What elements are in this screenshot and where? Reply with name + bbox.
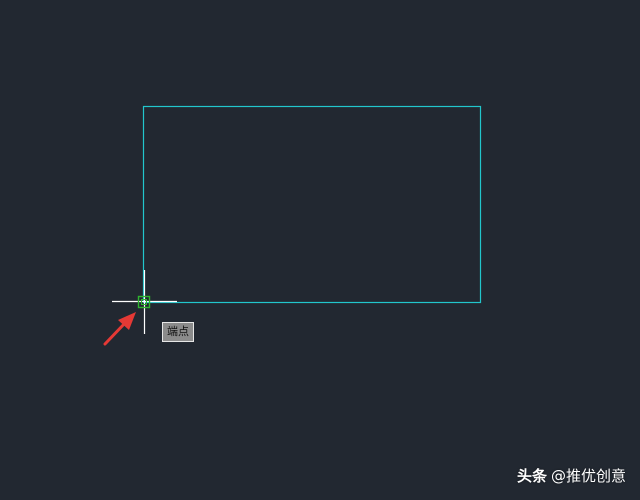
drawing-area[interactable] [0, 0, 640, 500]
rectangle-entity[interactable] [142, 105, 482, 304]
object-snap-tooltip: 端点 [162, 322, 194, 342]
watermark: 头条 @推优创意 [517, 465, 626, 486]
drawing-canvas[interactable]: 端点 头条 @推优创意 [0, 0, 640, 500]
watermark-brand: 头条 [516, 467, 547, 485]
arrow-pointer-icon [103, 312, 136, 346]
snap-tooltip-label: 端点 [167, 325, 189, 338]
watermark-handle: @推优创意 [550, 467, 626, 485]
